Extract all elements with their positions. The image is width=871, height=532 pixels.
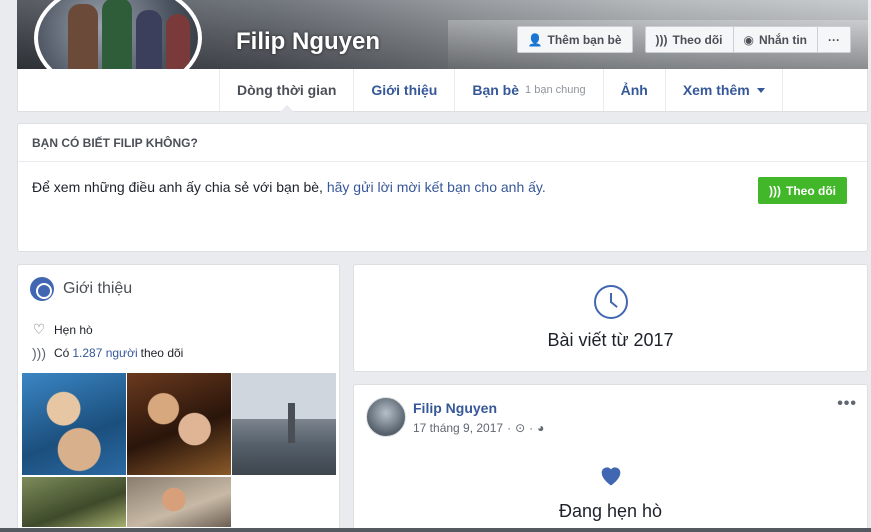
posts-from-year-card[interactable]: Bài viết từ 2017 [353, 264, 868, 372]
avatar[interactable] [366, 397, 406, 437]
follow-green-label: Theo dõi [786, 183, 836, 198]
followers-link[interactable]: 1.287 người [72, 346, 137, 360]
add-friend-label: Thêm bạn bè [547, 32, 622, 47]
rss-icon: ))) [32, 345, 46, 361]
separator: · [529, 421, 534, 435]
relationship-row: ♡ Hẹn hò [31, 321, 93, 338]
rss-icon: ))) [769, 183, 781, 198]
tab-label: Dòng thời gian [237, 82, 337, 98]
post-meta: 17 tháng 9, 2017 · ⊙ · ◕ [413, 421, 544, 435]
followers-suffix: theo dõi [140, 346, 184, 360]
photo-thumbnail[interactable] [127, 373, 231, 475]
tab-friends[interactable]: Bạn bè 1 bạn chung [454, 69, 602, 111]
follow-button[interactable]: ))) Theo dõi [644, 26, 734, 53]
message-button[interactable]: ◉ Nhắn tin [733, 26, 818, 53]
separator: · [507, 421, 512, 435]
tab-label: Giới thiệu [371, 82, 438, 98]
add-friend-button[interactable]: 👤 Thêm bạn bè [516, 26, 633, 53]
heart-icon: ♡ [32, 321, 46, 337]
send-request-link[interactable]: hãy gửi lời mời kết bạn cho anh ấy. [327, 179, 546, 195]
relationship-label: Hẹn hò [54, 322, 93, 337]
globe-icon[interactable]: ◕ [537, 421, 544, 435]
chevron-down-icon [756, 87, 765, 93]
photo-thumbnail[interactable] [127, 477, 231, 527]
relationship-status: Đang hẹn hò [558, 501, 663, 521]
panel-message: Để xem những điều anh ấy chia sẻ với bạn… [32, 179, 546, 195]
tab-photos[interactable]: Ảnh [602, 69, 665, 111]
followers-row: ))) Có 1.287 người theo dõi [31, 345, 183, 361]
bottom-bar [0, 528, 871, 532]
tab-about[interactable]: Giới thiệu [353, 69, 454, 111]
intro-title: Giới thiệu [63, 280, 133, 297]
photo-thumbnail[interactable] [232, 373, 336, 475]
follow-button-green[interactable]: ))) Theo dõi [758, 177, 847, 204]
panel-title: BẠN CÓ BIẾT FILIP KHÔNG? [18, 124, 867, 162]
followers-prefix: Có [54, 346, 70, 360]
rss-icon: ))) [655, 32, 668, 47]
heart-icon [601, 467, 621, 486]
profile-nav: Dòng thời gian Giới thiệu Bạn bè 1 bạn c… [17, 69, 868, 112]
messenger-icon: ◉ [743, 32, 754, 47]
more-actions-label: ··· [828, 32, 840, 47]
tab-label: Bạn bè [472, 82, 520, 98]
post-options-button[interactable]: ••• [837, 395, 857, 413]
intro-header: Giới thiệu [30, 277, 132, 301]
photo-thumbnail[interactable] [22, 373, 126, 475]
settings-icon: ⊙ [515, 421, 526, 435]
mutual-friends-count: 1 bạn chung [525, 84, 586, 96]
clock-icon [594, 285, 628, 319]
post-date[interactable]: 17 tháng 9, 2017 [413, 421, 503, 435]
profile-name[interactable]: Filip Nguyen [236, 28, 380, 56]
more-actions-button[interactable]: ··· [818, 26, 851, 53]
follow-label: Theo dõi [672, 32, 723, 47]
tab-timeline[interactable]: Dòng thời gian [219, 69, 353, 112]
intro-card: Giới thiệu ♡ Hẹn hò ))) Có 1.287 người t… [17, 264, 340, 532]
tab-label: Ảnh [620, 82, 648, 98]
posts-from-label: Bài viết từ 2017 [547, 330, 674, 350]
globe-icon [30, 277, 54, 301]
action-button-group: ))) Theo dõi ◉ Nhắn tin ··· [644, 26, 851, 53]
tab-more[interactable]: Xem thêm [664, 69, 783, 111]
cover-actions: 👤 Thêm bạn bè ))) Theo dõi ◉ Nhắn tin ··… [505, 26, 851, 53]
tab-list: Dòng thời gian Giới thiệu Bạn bè 1 bạn c… [219, 69, 783, 112]
tab-label: Xem thêm [682, 82, 750, 98]
photo-thumbnail[interactable] [22, 477, 126, 527]
add-friend-icon: 👤 [527, 32, 543, 47]
life-event-post: Filip Nguyen 17 tháng 9, 2017 · ⊙ · ◕ ••… [353, 384, 868, 532]
do-you-know-panel: BẠN CÓ BIẾT FILIP KHÔNG? Để xem những đi… [17, 123, 868, 252]
message-label: Nhắn tin [759, 32, 807, 47]
post-author[interactable]: Filip Nguyen [413, 400, 497, 416]
panel-text: Để xem những điều anh ấy chia sẻ với bạn… [32, 179, 323, 195]
